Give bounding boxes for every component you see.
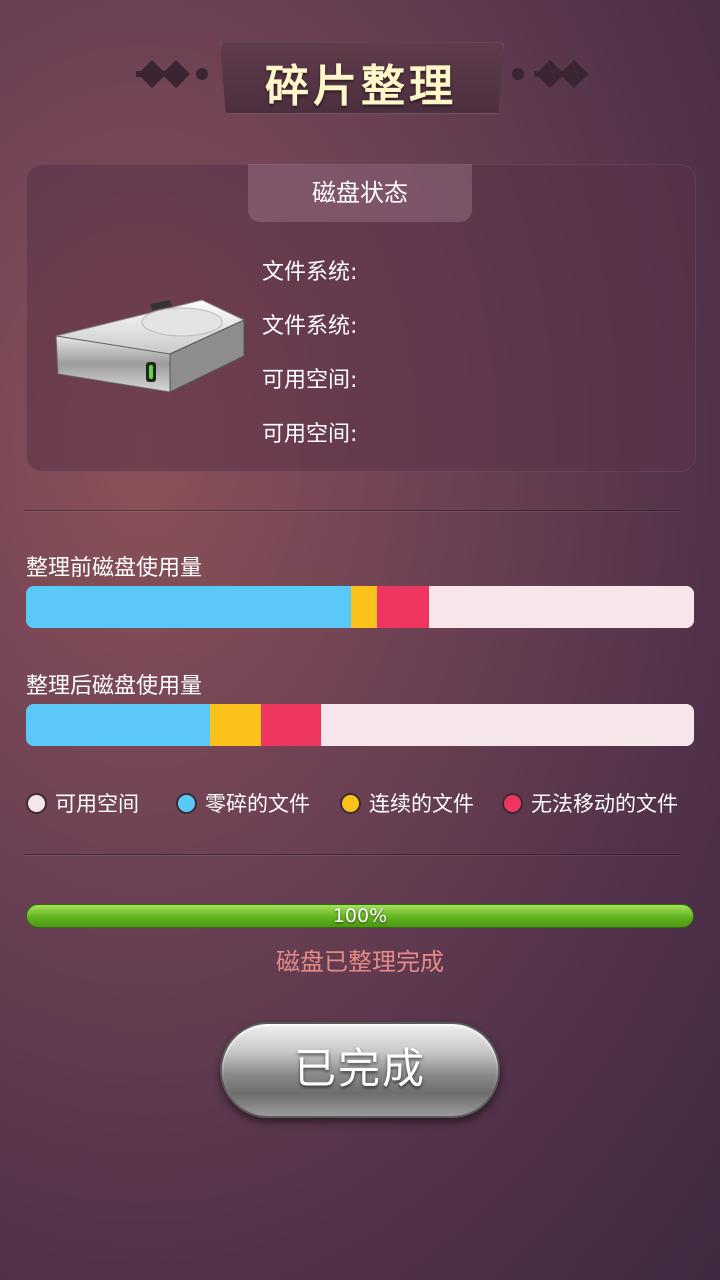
legend-label: 可用空间 <box>55 792 139 816</box>
legend-label: 无法移动的文件 <box>531 792 678 816</box>
before-fragmented-segment <box>26 586 351 628</box>
legend-item-unmovable: 无法移动的文件 <box>502 788 678 818</box>
after-contiguous-segment <box>209 704 262 746</box>
after-unmovable-segment <box>261 704 322 746</box>
legend-item-contiguous: 连续的文件 <box>340 788 474 818</box>
page-title: 碎片整理 <box>265 61 457 112</box>
before-unmovable-segment <box>376 586 429 628</box>
info-filesystem-2: 文件系统: <box>262 314 358 339</box>
legend-label: 连续的文件 <box>369 792 474 816</box>
done-button[interactable]: 已完成 <box>220 1022 500 1118</box>
legend-dot <box>340 792 361 814</box>
divider-bottom <box>24 854 680 855</box>
legend: 可用空间 零碎的文件 连续的文件 无法移动的文件 <box>26 788 706 820</box>
info-filesystem-1: 文件系统: <box>262 260 358 285</box>
hard-drive-icon <box>52 296 246 396</box>
before-usage-label: 整理前磁盘使用量 <box>26 556 203 581</box>
after-usage-bar <box>26 704 694 746</box>
legend-item-fragmented: 零碎的文件 <box>176 788 310 818</box>
info-free-space-1: 可用空间: <box>262 368 358 393</box>
legend-item-free: 可用空间 <box>26 788 139 818</box>
disk-status-tab: 磁盘状态 <box>248 164 472 222</box>
legend-dot <box>176 792 197 814</box>
title-banner: 碎片整理 <box>0 42 720 114</box>
after-fragmented-segment <box>26 704 210 746</box>
after-usage-label: 整理后磁盘使用量 <box>26 674 203 699</box>
legend-dot <box>502 792 523 814</box>
before-free-segment <box>428 586 694 628</box>
status-message: 磁盘已整理完成 <box>276 948 444 976</box>
after-free-segment <box>321 704 694 746</box>
info-free-space-2: 可用空间: <box>262 422 358 447</box>
divider-top <box>24 510 680 511</box>
progress-percent: 100% <box>332 905 388 927</box>
before-usage-bar <box>26 586 694 628</box>
legend-label: 零碎的文件 <box>205 792 310 816</box>
legend-dot <box>26 792 47 814</box>
before-contiguous-segment <box>350 586 377 628</box>
